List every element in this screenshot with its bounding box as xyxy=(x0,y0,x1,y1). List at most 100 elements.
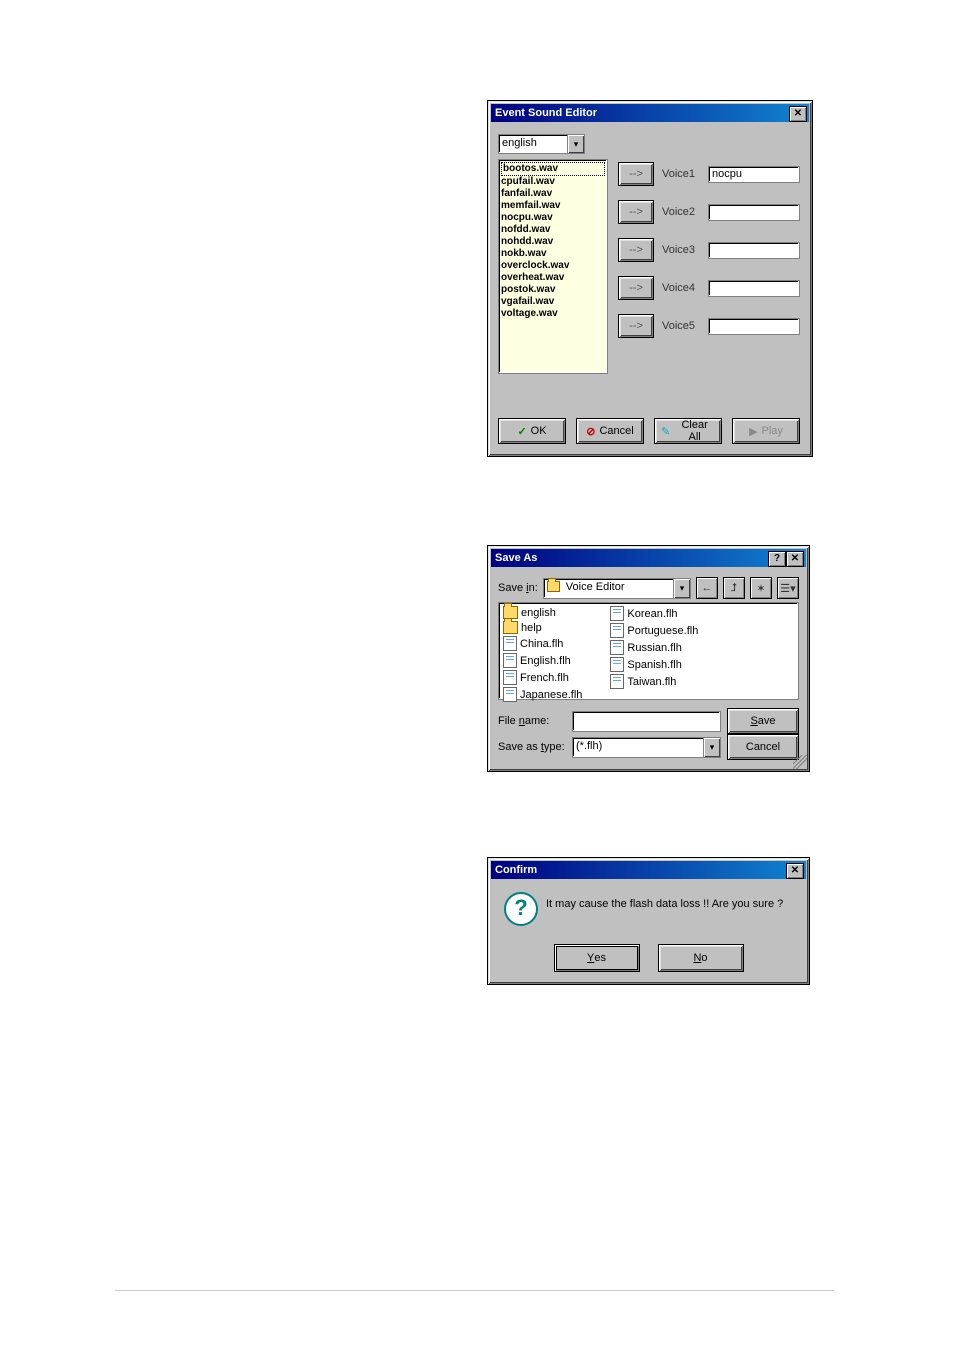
language-select[interactable]: english ▾ xyxy=(498,134,585,154)
file-icon xyxy=(610,657,624,672)
save-button[interactable]: Save xyxy=(727,708,799,734)
list-item[interactable]: China.flh xyxy=(503,636,582,651)
list-item[interactable]: Russian.flh xyxy=(610,640,698,655)
dialog-button-bar: Yes No xyxy=(488,944,809,972)
list-item[interactable]: postok.wav xyxy=(501,284,605,296)
list-item[interactable]: help xyxy=(503,621,582,634)
list-item[interactable]: fanfail.wav xyxy=(501,188,605,200)
file-icon xyxy=(610,674,624,689)
close-icon[interactable]: ✕ xyxy=(786,551,804,567)
event-sound-editor-dialog: Event Sound Editor ✕ english ▾ bootos.wa… xyxy=(487,100,813,457)
list-item[interactable]: Taiwan.flh xyxy=(610,674,698,689)
voice-label: Voice5 xyxy=(662,320,700,332)
file-name-label: File name: xyxy=(498,715,566,727)
list-item[interactable]: overclock.wav xyxy=(501,260,605,272)
folder-open-icon xyxy=(547,581,560,592)
assign-button[interactable]: --> xyxy=(618,238,654,262)
list-item[interactable]: english xyxy=(503,606,582,619)
voice1-input[interactable]: nocpu xyxy=(708,166,800,183)
save-as-dialog: Save As ? ✕ Save in: Voice Editor ▾ ← ⮥ … xyxy=(487,545,810,772)
voice5-input[interactable] xyxy=(708,318,800,335)
titlebar-text: Confirm xyxy=(495,861,537,879)
list-item[interactable]: cpufail.wav xyxy=(501,176,605,188)
new-folder-icon[interactable]: ✶ xyxy=(750,577,772,599)
file-icon xyxy=(610,623,624,638)
assign-button[interactable]: --> xyxy=(618,314,654,338)
language-select-value: english xyxy=(502,137,537,149)
voice-label: Voice3 xyxy=(662,244,700,256)
voice-row-2: --> Voice2 xyxy=(618,201,800,223)
titlebar-text: Save As xyxy=(495,549,537,567)
list-item[interactable]: English.flh xyxy=(503,653,582,668)
clear-all-button-label: Clear All xyxy=(674,419,715,443)
up-folder-icon[interactable]: ⮥ xyxy=(723,577,745,599)
list-item[interactable]: French.flh xyxy=(503,670,582,685)
titlebar: Event Sound Editor ✕ xyxy=(491,104,809,122)
voice4-input[interactable] xyxy=(708,280,800,297)
cancel-button[interactable]: Cancel xyxy=(727,734,799,760)
voice-label: Voice2 xyxy=(662,206,700,218)
list-item[interactable]: Korean.flh xyxy=(610,606,698,621)
list-item[interactable]: nohdd.wav xyxy=(501,236,605,248)
dialog-button-bar: ✓ OK ⊘ Cancel ✎ Clear All ▶ Play xyxy=(498,418,800,444)
list-item[interactable]: memfail.wav xyxy=(501,200,605,212)
file-list-pane[interactable]: english help China.flh English.flh Frenc… xyxy=(498,602,799,700)
voice-row-1: --> Voice1 nocpu xyxy=(618,163,800,185)
voice2-input[interactable] xyxy=(708,204,800,221)
yes-button[interactable]: Yes xyxy=(554,944,640,972)
voice3-input[interactable] xyxy=(708,242,800,259)
save-in-label: Save in: xyxy=(498,582,538,594)
titlebar: Confirm ✕ xyxy=(491,861,806,879)
voice-row-5: --> Voice5 xyxy=(618,315,800,337)
chevron-down-icon[interactable]: ▾ xyxy=(703,738,720,757)
titlebar: Save As ? ✕ xyxy=(491,549,806,567)
brush-icon: ✎ xyxy=(661,425,670,438)
list-item[interactable]: nofdd.wav xyxy=(501,224,605,236)
list-item[interactable]: vgafail.wav xyxy=(501,296,605,308)
play-button[interactable]: ▶ Play xyxy=(732,418,800,444)
page-divider xyxy=(115,1290,834,1291)
chevron-down-icon[interactable]: ▾ xyxy=(567,135,584,153)
file-icon xyxy=(503,653,517,668)
ok-button[interactable]: ✓ OK xyxy=(498,418,566,444)
close-icon[interactable]: ✕ xyxy=(786,863,804,879)
save-in-select[interactable]: Voice Editor ▾ xyxy=(543,578,691,599)
list-item[interactable]: Japanese.flh xyxy=(503,687,582,702)
list-item[interactable]: nokb.wav xyxy=(501,248,605,260)
confirm-dialog: Confirm ✕ ? It may cause the flash data … xyxy=(487,857,810,985)
voice-row-4: --> Voice4 xyxy=(618,277,800,299)
list-item[interactable]: Spanish.flh xyxy=(610,657,698,672)
file-icon xyxy=(610,606,624,621)
clear-all-button[interactable]: ✎ Clear All xyxy=(654,418,722,444)
cancel-button[interactable]: ⊘ Cancel xyxy=(576,418,644,444)
save-as-type-value: (*.flh) xyxy=(576,740,602,752)
list-item[interactable]: overheat.wav xyxy=(501,272,605,284)
resize-grip-icon[interactable] xyxy=(793,755,807,769)
file-icon xyxy=(610,640,624,655)
play-button-label: Play xyxy=(762,425,783,437)
list-item[interactable]: Portuguese.flh xyxy=(610,623,698,638)
list-item[interactable]: bootos.wav xyxy=(501,162,605,176)
save-as-type-select[interactable]: (*.flh) ▾ xyxy=(572,737,721,758)
voice-label: Voice4 xyxy=(662,282,700,294)
help-icon[interactable]: ? xyxy=(768,551,786,567)
ok-button-label: OK xyxy=(531,425,547,437)
assign-button[interactable]: --> xyxy=(618,276,654,300)
titlebar-text: Event Sound Editor xyxy=(495,104,597,122)
list-item[interactable]: voltage.wav xyxy=(501,308,605,320)
confirm-message: It may cause the flash data loss !! Are … xyxy=(546,898,795,910)
back-icon[interactable]: ← xyxy=(696,577,718,599)
wav-listbox[interactable]: bootos.wav cpufail.wav fanfail.wav memfa… xyxy=(498,159,608,374)
file-name-input[interactable] xyxy=(572,711,721,732)
close-icon[interactable]: ✕ xyxy=(789,106,807,122)
assign-button[interactable]: --> xyxy=(618,162,654,186)
list-item[interactable]: nocpu.wav xyxy=(501,212,605,224)
file-icon xyxy=(503,687,517,702)
chevron-down-icon[interactable]: ▾ xyxy=(673,579,690,598)
no-button[interactable]: No xyxy=(658,944,744,972)
view-icon[interactable]: ☰▾ xyxy=(777,577,799,599)
check-icon: ✓ xyxy=(517,425,526,438)
assign-button[interactable]: --> xyxy=(618,200,654,224)
cancel-icon: ⊘ xyxy=(586,425,595,438)
folder-icon xyxy=(503,621,518,634)
